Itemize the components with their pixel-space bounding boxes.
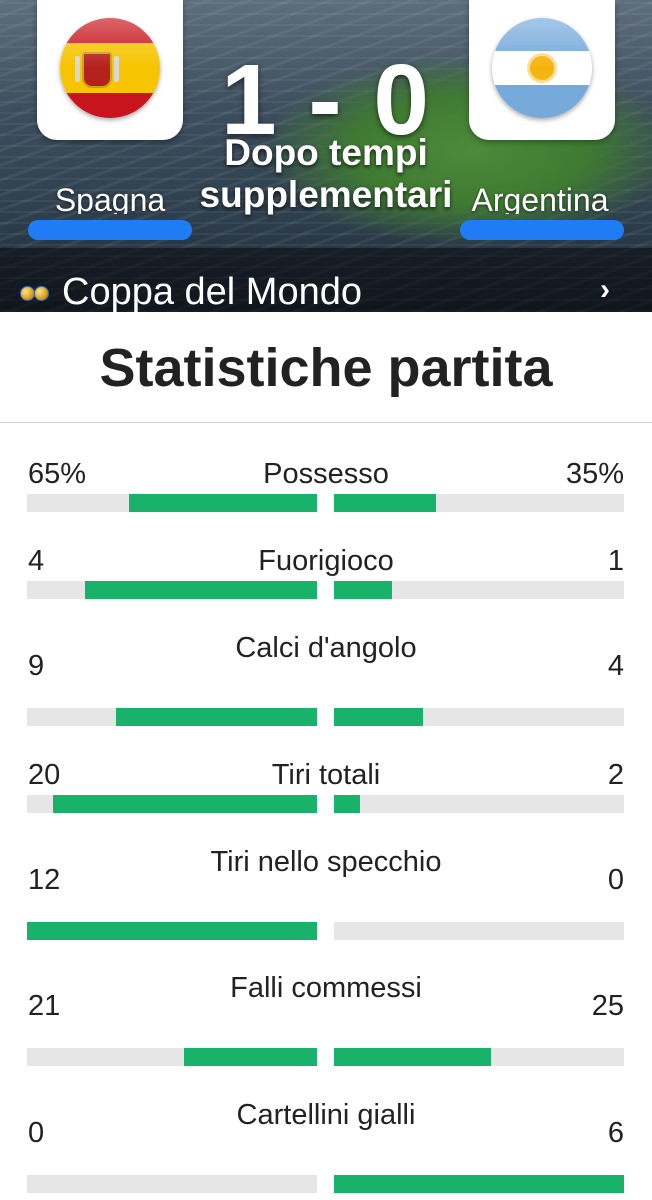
spain-flag-icon <box>60 18 160 118</box>
stat-home-fill <box>85 581 317 599</box>
stat-away-bar <box>334 922 624 940</box>
stat-label: Tiri nello specchio <box>210 846 442 878</box>
stat-away-fill <box>334 581 392 599</box>
stat-home-bar <box>27 1175 317 1193</box>
stat-home-value: 21 <box>28 990 61 1022</box>
stat-home-fill <box>128 494 317 512</box>
chevron-right-icon[interactable]: › <box>600 272 610 308</box>
away-team-badge[interactable] <box>469 0 615 140</box>
stat-label: Possesso <box>263 458 389 490</box>
stat-away-bar <box>334 494 624 512</box>
stat-away-value: 6 <box>607 1117 624 1149</box>
stat-label: Cartellini gialli <box>236 1099 416 1131</box>
divider <box>0 422 652 423</box>
stat-home-fill <box>184 1048 317 1066</box>
stat-away-value: 4 <box>607 650 624 682</box>
stat-away-value: 1 <box>607 545 624 577</box>
match-header: 1 - 0 Dopo tempi supplementari Spagna Ar… <box>0 0 652 312</box>
stat-label: Falli commessi <box>230 972 422 1004</box>
stat-home-value: 9 <box>28 650 45 682</box>
stat-home-fill <box>27 922 317 940</box>
stat-home-fill <box>53 795 317 813</box>
competition-name: Coppa del Mondo <box>62 271 362 312</box>
stat-away-value: 2 <box>607 759 624 791</box>
stat-home-bar <box>27 494 317 512</box>
stat-away-value: 25 <box>591 990 624 1022</box>
stat-home-bar <box>27 922 317 940</box>
stat-home-bar <box>27 708 317 726</box>
stat-away-bar <box>334 795 624 813</box>
stat-home-value: 12 <box>28 864 61 896</box>
stat-home-bar <box>27 1048 317 1066</box>
stat-home-bar <box>27 581 317 599</box>
stat-away-bar <box>334 581 624 599</box>
stat-home-value: 20 <box>28 759 61 791</box>
away-team-bar <box>460 220 624 240</box>
stat-away-bar <box>334 1048 624 1066</box>
stat-away-fill <box>334 1048 492 1066</box>
home-team-badge[interactable] <box>37 0 183 140</box>
stat-label: Calci d'angolo <box>235 632 417 664</box>
home-team-bar <box>28 220 192 240</box>
stat-away-value: 0 <box>607 864 624 896</box>
stat-home-value: 0 <box>28 1117 45 1149</box>
stat-label: Tiri totali <box>271 759 381 791</box>
stat-away-fill <box>334 795 361 813</box>
stat-home-value: 65% <box>28 458 87 490</box>
stat-away-fill <box>334 1175 624 1193</box>
stat-away-fill <box>334 494 436 512</box>
competition-link[interactable]: Coppa del Mondo › <box>0 268 652 312</box>
world-cup-icon <box>20 286 49 301</box>
stat-home-value: 4 <box>28 545 45 577</box>
stat-label: Fuorigioco <box>258 545 394 577</box>
stat-home-bar <box>27 795 317 813</box>
argentina-flag-icon <box>492 18 592 118</box>
match-status: Dopo tempi supplementari <box>199 132 453 215</box>
stat-away-bar <box>334 1175 624 1193</box>
stat-away-value: 35% <box>565 458 624 490</box>
stat-away-bar <box>334 708 624 726</box>
home-team-name[interactable]: Spagna <box>28 178 192 214</box>
stat-away-fill <box>334 708 424 726</box>
stats-title: Statistiche partita <box>99 338 553 398</box>
stat-home-fill <box>116 708 317 726</box>
